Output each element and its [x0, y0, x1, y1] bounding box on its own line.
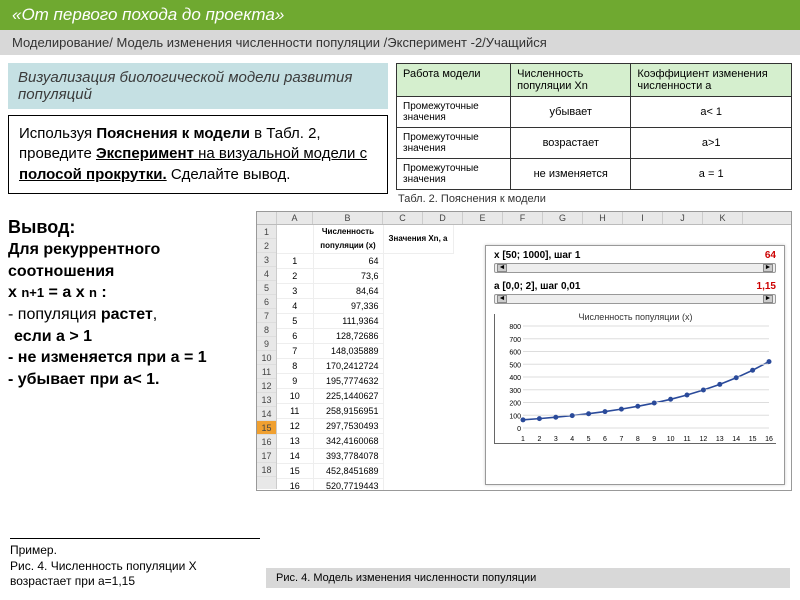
chevron-left-icon[interactable]: ◄	[497, 295, 507, 303]
figure-caption: Рис. 4. Модель изменения численности поп…	[266, 568, 790, 588]
cell: Численность популяции (x)	[313, 225, 383, 254]
svg-text:8: 8	[636, 436, 640, 443]
svg-text:11: 11	[683, 436, 690, 443]
col-hdr: E	[463, 212, 503, 224]
population-chart: Численность популяции (x) 01002003004005…	[494, 314, 776, 444]
svg-text:6: 6	[603, 436, 607, 443]
breadcrumb: Моделирование/ Модель изменения численно…	[0, 30, 800, 55]
page-header: «От первого похода до проекта»	[0, 0, 800, 30]
text: на визуальной модели с	[194, 145, 367, 162]
col-hdr: K	[703, 212, 743, 224]
cell: Промежуточные значения	[397, 159, 511, 190]
table-row: Промежуточные значения убывает a< 1	[397, 97, 792, 128]
heading: Вывод:	[8, 215, 248, 239]
cell: Промежуточные значения	[397, 97, 511, 128]
svg-text:2: 2	[537, 436, 541, 443]
data-grid[interactable]: Численность популяции (x) Значения Xn, a…	[277, 225, 454, 491]
svg-text:0: 0	[517, 426, 521, 433]
col-hdr: H	[583, 212, 623, 224]
cell: a>1	[631, 128, 792, 159]
th: Работа модели	[397, 64, 511, 97]
text: - популяция	[8, 306, 101, 323]
col-hdr: C	[383, 212, 423, 224]
table-caption: Табл. 2. Пояснения к модели	[396, 190, 792, 205]
svg-text:500: 500	[509, 362, 521, 369]
chevron-right-icon[interactable]: ►	[763, 264, 773, 272]
formula-text: = a x	[44, 284, 89, 301]
col-hdr: D	[423, 212, 463, 224]
text: Для рекуррентного соотношения	[8, 239, 248, 282]
svg-text:14: 14	[732, 436, 740, 443]
chart-panel: x [50; 1000], шаг 1 64 ◄ ► a [0,0; 2], ш…	[485, 245, 785, 485]
th: Численность популяции Xn	[511, 64, 631, 97]
cell: Значения Xn, a	[383, 225, 453, 254]
svg-text:200: 200	[509, 401, 521, 408]
svg-text:7: 7	[619, 436, 623, 443]
chevron-left-icon[interactable]: ◄	[497, 264, 507, 272]
text: Используя	[19, 125, 96, 142]
col-hdr: G	[543, 212, 583, 224]
cell: возрастает	[511, 128, 631, 159]
cell: a< 1	[631, 97, 792, 128]
chevron-right-icon[interactable]: ►	[763, 295, 773, 303]
col-headers: A B C D E F G H I J K	[257, 212, 791, 225]
slider-x[interactable]: ◄ ►	[494, 263, 776, 273]
svg-text:12: 12	[700, 436, 708, 443]
svg-text:10: 10	[667, 436, 675, 443]
cell: a = 1	[631, 159, 792, 190]
text: если a > 1	[14, 326, 248, 348]
formula-text: :	[97, 284, 107, 301]
text: полосой прокрутки.	[19, 166, 167, 183]
col-hdr: F	[503, 212, 543, 224]
svg-text:13: 13	[716, 436, 724, 443]
svg-text:700: 700	[509, 337, 521, 344]
slider-a-label: a [0,0; 2], шаг 0,01 1,15	[494, 281, 776, 292]
svg-text:1: 1	[521, 436, 525, 443]
text: - не изменяется при a = 1	[8, 347, 248, 369]
slider-a[interactable]: ◄ ►	[494, 294, 776, 304]
svg-text:600: 600	[509, 350, 521, 357]
col-hdr: I	[623, 212, 663, 224]
th: Коэффициент изменения численности a	[631, 64, 792, 97]
text: Сделайте вывод.	[167, 166, 291, 183]
svg-text:400: 400	[509, 375, 521, 382]
spreadsheet[interactable]: A B C D E F G H I J K 123456789101112131…	[256, 211, 792, 491]
col-hdr: A	[277, 212, 313, 224]
table-row: Промежуточные значения не изменяется a =…	[397, 159, 792, 190]
svg-text:4: 4	[570, 436, 574, 443]
col-hdr: B	[313, 212, 383, 224]
text: растет	[101, 306, 153, 323]
svg-text:3: 3	[554, 436, 558, 443]
slider-x-label: x [50; 1000], шаг 1 64	[494, 250, 776, 261]
svg-text:9: 9	[652, 436, 656, 443]
text: Пояснения к модели	[96, 125, 250, 142]
instruction-box: Используя Пояснения к модели в Табл. 2, …	[8, 115, 388, 194]
svg-text:300: 300	[509, 388, 521, 395]
vis-title: Визуализация биологической модели развит…	[8, 63, 388, 109]
cell: не изменяется	[511, 159, 631, 190]
text: Эксперимент	[96, 145, 194, 162]
formula-text: x	[8, 284, 21, 301]
svg-text:100: 100	[509, 413, 521, 420]
cell: убывает	[511, 97, 631, 128]
col-hdr: J	[663, 212, 703, 224]
svg-text:16: 16	[765, 436, 773, 443]
svg-text:15: 15	[749, 436, 757, 443]
svg-text:5: 5	[587, 436, 591, 443]
text: - убывает при a< 1.	[8, 369, 248, 391]
table-explanations: Работа модели Численность популяции Xn К…	[396, 63, 792, 190]
cell: Промежуточные значения	[397, 128, 511, 159]
chart-svg: 0100200300400500600700800123456789101112…	[495, 314, 775, 444]
text: ,	[153, 306, 157, 323]
row-headers: 123456789101112131415161718	[257, 225, 277, 489]
example-caption: Пример. Рис. 4. Численность популяции X …	[10, 538, 260, 590]
conclusion-block: Вывод: Для рекуррентного соотношения x n…	[8, 211, 248, 491]
table-row: Промежуточные значения возрастает a>1	[397, 128, 792, 159]
svg-text:800: 800	[509, 324, 521, 331]
